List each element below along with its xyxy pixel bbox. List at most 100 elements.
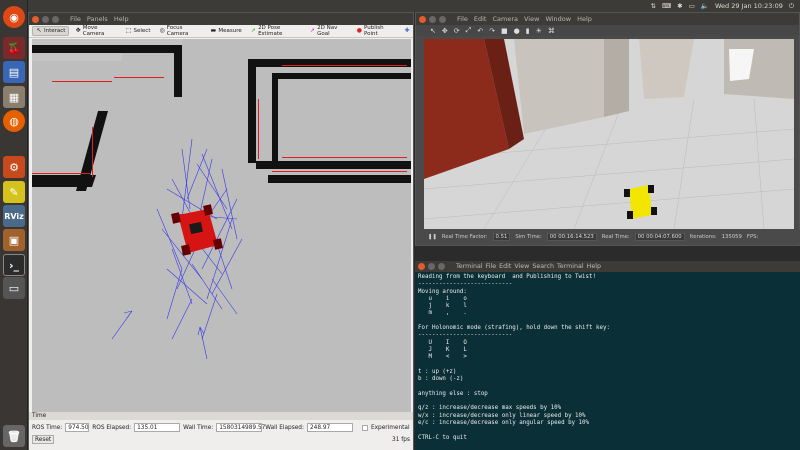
ubuntu-icon[interactable]: ◉ bbox=[3, 6, 25, 28]
menu-panels[interactable]: Panels bbox=[87, 15, 108, 23]
menu-file[interactable]: File bbox=[486, 263, 497, 270]
sphere-shape-icon[interactable]: ● bbox=[514, 27, 520, 35]
select-icon[interactable]: ↖ bbox=[430, 27, 436, 35]
terminal-output[interactable]: Reading from the keyboard and Publishing… bbox=[415, 272, 800, 450]
ros-elapsed-label: ROS Elapsed: bbox=[92, 424, 132, 431]
map-wall bbox=[272, 73, 278, 161]
rviz-3d-view[interactable] bbox=[32, 39, 411, 423]
rviz-menu: File Panels Help bbox=[70, 15, 129, 23]
power-icon[interactable]: ⏻ bbox=[789, 2, 794, 11]
notes-icon[interactable]: ✎ bbox=[3, 181, 25, 203]
focus-camera-tool[interactable]: ◎ Focus Camera bbox=[156, 24, 204, 38]
rotate-icon[interactable]: ⟳ bbox=[454, 27, 460, 35]
clock[interactable]: Wed 29 Jan 10:23:09 bbox=[715, 2, 783, 10]
wall-time-label: Wall Time: bbox=[183, 424, 214, 431]
experimental-checkbox[interactable] bbox=[361, 424, 368, 431]
wall-elapsed-value[interactable]: 248.97 bbox=[306, 423, 353, 432]
menu-window[interactable]: Window bbox=[545, 15, 571, 23]
move-camera-tool[interactable]: ✥ Move Camera bbox=[72, 24, 119, 38]
ros-time-value[interactable]: 974.50 bbox=[65, 423, 90, 432]
measure-tool[interactable]: ▬ Measure bbox=[207, 27, 244, 35]
files-icon[interactable]: ▦ bbox=[3, 86, 25, 108]
close-icon[interactable] bbox=[32, 15, 39, 23]
minimize-icon[interactable] bbox=[429, 15, 436, 23]
minimize-icon[interactable] bbox=[428, 263, 435, 270]
top-panel: ⇅ ⌨ ✱ ▭ 🔈 Wed 29 Jan 10:23:09 ⏻ bbox=[0, 0, 800, 12]
interact-tool[interactable]: ↖ Interact bbox=[32, 26, 70, 36]
menu-search[interactable]: Search bbox=[532, 263, 554, 270]
pause-icon[interactable]: ❚❚ bbox=[428, 234, 437, 240]
redo-icon[interactable]: ↷ bbox=[489, 27, 495, 35]
robot-wheel bbox=[651, 207, 657, 215]
add-tool-button[interactable]: ✚ bbox=[401, 27, 413, 35]
menu-file[interactable]: File bbox=[70, 15, 81, 23]
menu-file[interactable]: File bbox=[457, 15, 468, 23]
rviz-icon[interactable]: RViz bbox=[3, 205, 25, 227]
sim-time-label: Sim Time: bbox=[515, 234, 542, 240]
maximize-icon[interactable] bbox=[438, 263, 445, 270]
wall-time-value[interactable]: 1580314989.57 bbox=[216, 423, 265, 432]
map-render bbox=[32, 39, 411, 423]
folder-icon[interactable]: ▭ bbox=[3, 277, 25, 299]
menu-help[interactable]: Help bbox=[114, 15, 129, 23]
close-icon[interactable] bbox=[418, 263, 425, 270]
maximize-icon[interactable] bbox=[439, 15, 446, 23]
rtf-value: 0.51 bbox=[492, 233, 511, 241]
real-time-value: 00 00:04:07.600 bbox=[634, 233, 685, 241]
undo-icon[interactable]: ↶ bbox=[477, 27, 483, 35]
fps-label: FPS: bbox=[746, 234, 759, 240]
menu-terminal[interactable]: Terminal bbox=[557, 263, 584, 270]
scale-icon[interactable]: ⤢ bbox=[466, 26, 472, 35]
arrow-green-icon: ➚ bbox=[250, 27, 256, 34]
building-wall-side bbox=[604, 39, 629, 117]
box-icon[interactable]: ▣ bbox=[3, 229, 25, 251]
battery-icon[interactable]: ▭ bbox=[689, 2, 695, 10]
select-tool[interactable]: ⬚ Select bbox=[123, 27, 154, 35]
volume-icon[interactable]: 🔈 bbox=[701, 2, 709, 10]
app-red-icon[interactable]: 🍒 bbox=[3, 37, 25, 59]
bluetooth-icon[interactable]: ✱ bbox=[677, 2, 682, 10]
translate-icon[interactable]: ✥ bbox=[442, 27, 448, 35]
pose-estimate-tool[interactable]: ➚ 2D Pose Estimate bbox=[248, 24, 304, 38]
settings-icon[interactable]: ⚙ bbox=[3, 156, 25, 178]
fps-readout: 31 fps bbox=[392, 436, 410, 443]
keyboard-icon[interactable]: ⌨ bbox=[662, 2, 671, 10]
system-tray: ⇅ ⌨ ✱ ▭ 🔈 Wed 29 Jan 10:23:09 ⏻ bbox=[650, 0, 794, 12]
menu-camera[interactable]: Camera bbox=[492, 15, 518, 23]
gazebo-3d-view[interactable] bbox=[424, 39, 794, 229]
launcher: ◉ 🍒 ▤ ▦ ◍ ⚙ ✎ RViz ▣ ›_ ▭ 🗑 bbox=[0, 0, 28, 450]
publish-point-tool[interactable]: ● Publish Point bbox=[354, 24, 398, 38]
menu-view[interactable]: View bbox=[514, 263, 529, 270]
menu-view[interactable]: View bbox=[524, 15, 539, 23]
focus-icon: ◎ bbox=[159, 27, 165, 34]
terminal-window: Terminal File Edit View Search Terminal … bbox=[415, 261, 800, 450]
robot-wheel bbox=[648, 185, 654, 193]
box-shape-icon[interactable]: ■ bbox=[501, 27, 508, 35]
terminal-titlebar: Terminal File Edit View Search Terminal … bbox=[415, 261, 800, 272]
trash-icon[interactable]: 🗑 bbox=[3, 425, 25, 447]
gazebo-window: File Edit Camera View Window Help ↖ ✥ ⟳ … bbox=[415, 12, 800, 246]
terminal-icon[interactable]: ›_ bbox=[3, 254, 25, 276]
cylinder-shape-icon[interactable]: ▮ bbox=[526, 27, 530, 35]
map-wall bbox=[272, 73, 411, 79]
nav-goal-tool[interactable]: ➚ 2D Nav Goal bbox=[307, 24, 351, 38]
rviz-window: File Panels Help ↖ Interact ✥ Move Camera … bbox=[28, 12, 414, 450]
experimental-label: Experimental bbox=[370, 424, 410, 431]
camera-icon[interactable]: ⌘ bbox=[548, 27, 555, 35]
menu-help[interactable]: Help bbox=[577, 15, 592, 23]
ros-elapsed-value[interactable]: 135.01 bbox=[134, 423, 181, 432]
light-icon[interactable]: ☀ bbox=[536, 27, 542, 35]
map-wall bbox=[50, 45, 182, 53]
maximize-icon[interactable] bbox=[52, 15, 59, 23]
firefox-icon[interactable]: ◍ bbox=[3, 110, 25, 132]
network-icon[interactable]: ⇅ bbox=[650, 2, 655, 10]
minimize-icon[interactable] bbox=[42, 15, 49, 23]
reset-button[interactable]: Reset bbox=[32, 435, 55, 444]
menu-edit[interactable]: Edit bbox=[499, 263, 511, 270]
app-blue-icon[interactable]: ▤ bbox=[3, 61, 25, 83]
menu-help[interactable]: Help bbox=[587, 263, 601, 270]
real-time-label: Real Time: bbox=[601, 234, 630, 240]
close-icon[interactable] bbox=[419, 15, 426, 23]
terminal-title: Terminal bbox=[456, 263, 483, 270]
menu-edit[interactable]: Edit bbox=[474, 15, 487, 23]
